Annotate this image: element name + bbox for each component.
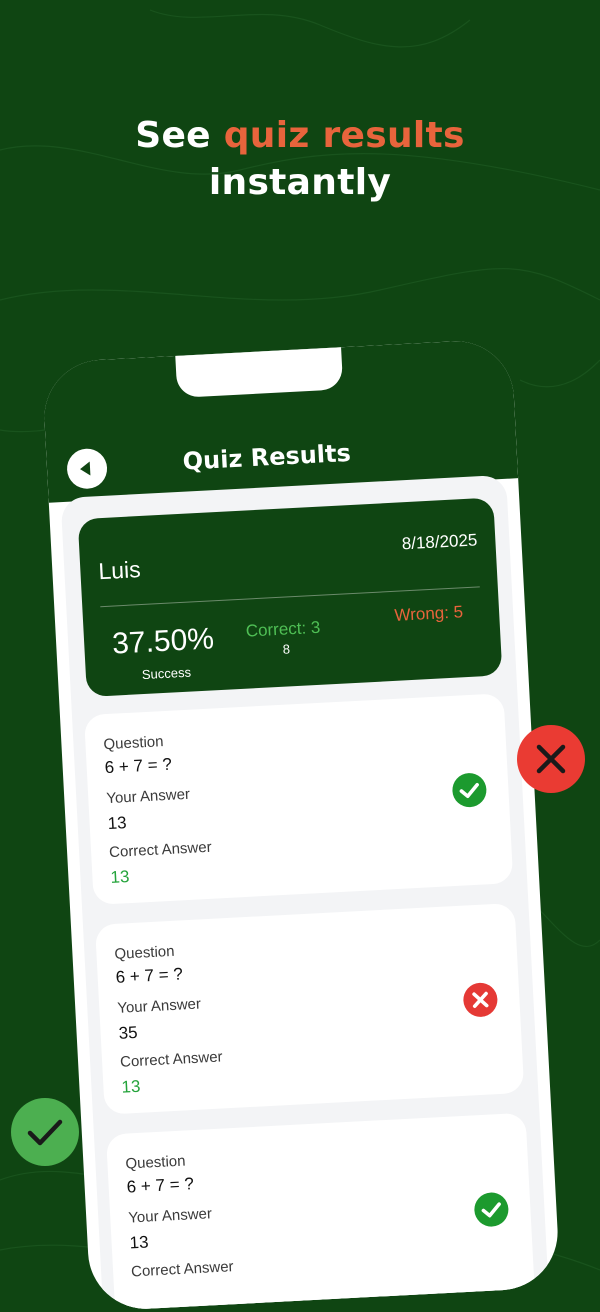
result-card: Question 6 + 7 = ? Your Answer 13 Correc… bbox=[83, 693, 514, 905]
question-label: Question bbox=[125, 1152, 186, 1173]
results-content[interactable]: Luis 8/18/2025 37.50% Success Correct: 3… bbox=[60, 474, 549, 1312]
phone-mockup: Quiz Results Luis 8/18/2025 37.50% Succe… bbox=[41, 338, 561, 1312]
success-label: Success bbox=[141, 664, 192, 683]
result-card: Question 6 + 7 = ? Your Answer 35 Correc… bbox=[94, 902, 525, 1115]
floating-x-icon bbox=[517, 725, 585, 793]
question-label: Question bbox=[103, 733, 164, 754]
result-card: Question 6 + 7 = ? Your Answer 13 Correc… bbox=[105, 1112, 536, 1312]
page-title: Quiz Results bbox=[182, 438, 352, 476]
headline: See quiz results instantly bbox=[0, 112, 600, 206]
your-answer-value: 35 bbox=[118, 1022, 139, 1043]
correct-answer-label: Correct Answer bbox=[108, 838, 213, 862]
headline-highlight: quiz results bbox=[223, 115, 465, 156]
your-answer-label: Your Answer bbox=[127, 1205, 213, 1227]
your-answer-label: Your Answer bbox=[105, 785, 191, 808]
summary-card: Luis 8/18/2025 37.50% Success Correct: 3… bbox=[77, 497, 503, 698]
correct-answer-label: Correct Answer bbox=[130, 1258, 235, 1281]
quiz-date: 8/18/2025 bbox=[401, 530, 478, 554]
correct-check-icon bbox=[451, 772, 488, 809]
wrong-x-icon bbox=[462, 981, 499, 1018]
your-answer-label: Your Answer bbox=[116, 995, 202, 1017]
question-label: Question bbox=[114, 942, 175, 963]
your-answer-value: 13 bbox=[107, 813, 128, 834]
wrong-count: Wrong: 5 bbox=[393, 602, 464, 625]
correct-answer-value: 13 bbox=[120, 1076, 141, 1097]
correct-check-icon bbox=[473, 1191, 510, 1228]
headline-suffix: instantly bbox=[208, 162, 392, 203]
question-text: 6 + 7 = ? bbox=[126, 1174, 195, 1197]
floating-check-icon bbox=[11, 1098, 79, 1166]
question-text: 6 + 7 = ? bbox=[104, 754, 173, 778]
student-name: Luis bbox=[97, 556, 142, 585]
correct-count: Correct: 3 bbox=[245, 617, 321, 641]
correct-answer-value: 13 bbox=[109, 867, 130, 888]
correct-answer-label: Correct Answer bbox=[119, 1048, 224, 1071]
success-percentage: 37.50% bbox=[111, 622, 215, 661]
your-answer-value: 13 bbox=[129, 1232, 150, 1253]
question-text: 6 + 7 = ? bbox=[115, 964, 184, 987]
total-count: 8 bbox=[282, 641, 291, 657]
headline-prefix: See bbox=[135, 115, 224, 156]
